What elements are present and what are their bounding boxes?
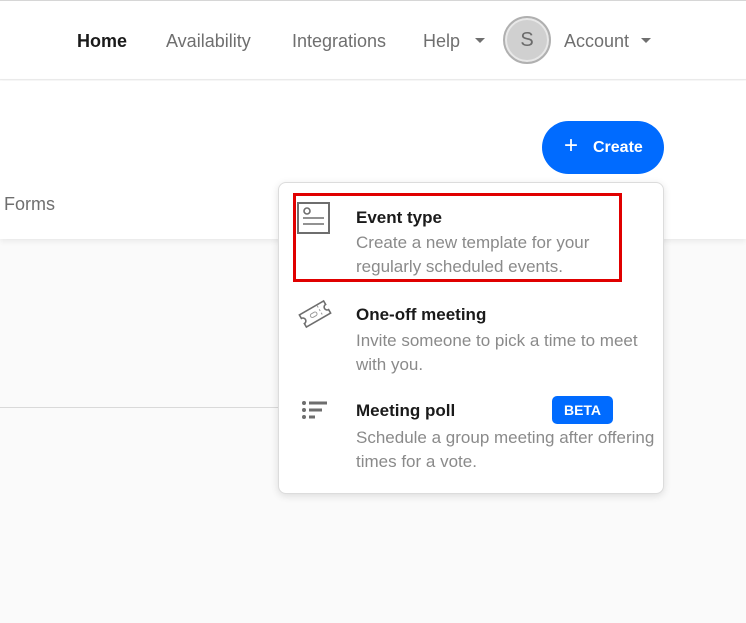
menu-item-event-type[interactable]: Event type Create a new template for you… <box>279 201 663 285</box>
menu-item-title: Meeting poll BETA <box>356 396 613 424</box>
tab-routing-forms[interactable]: Forms <box>4 193 55 215</box>
ticket-icon <box>297 299 333 334</box>
event-type-card-icon <box>297 202 331 239</box>
menu-item-description: Create a new template for your regularly… <box>356 233 590 276</box>
poll-list-icon <box>301 400 329 427</box>
divider <box>0 407 280 408</box>
create-dropdown-menu: Event type Create a new template for you… <box>278 182 664 494</box>
menu-item-title: One-off meeting <box>356 305 487 324</box>
nav-help[interactable]: Help <box>423 30 460 52</box>
nav-integrations[interactable]: Integrations <box>292 30 386 52</box>
plus-icon: + <box>564 132 579 159</box>
nav-help-label: Help <box>423 31 461 51</box>
nav-account[interactable]: Account <box>564 30 629 52</box>
top-navigation: Home Availability Integrations Help S Ac… <box>0 0 746 80</box>
nav-availability[interactable]: Availability <box>166 30 251 52</box>
menu-item-description: Invite someone to pick a time to meet wi… <box>356 331 638 374</box>
beta-badge: BETA <box>552 396 613 424</box>
menu-item-description: Schedule a group meeting after offering … <box>356 428 655 471</box>
nav-home[interactable]: Home <box>77 30 127 52</box>
account-chevron-down-icon[interactable] <box>641 38 651 43</box>
avatar[interactable]: S <box>503 16 551 64</box>
page: Home Availability Integrations Help S Ac… <box>0 0 746 623</box>
create-button-label: Create <box>593 139 643 156</box>
create-button[interactable]: + Create <box>542 121 664 174</box>
menu-item-one-off-meeting[interactable]: One-off meeting Invite someone to pick a… <box>279 297 663 381</box>
menu-item-title-text: Meeting poll <box>356 401 456 420</box>
menu-item-title: Event type <box>356 208 442 227</box>
menu-item-meeting-poll[interactable]: Meeting poll BETA Schedule a group meeti… <box>279 393 663 477</box>
help-chevron-down-icon[interactable] <box>475 38 485 43</box>
